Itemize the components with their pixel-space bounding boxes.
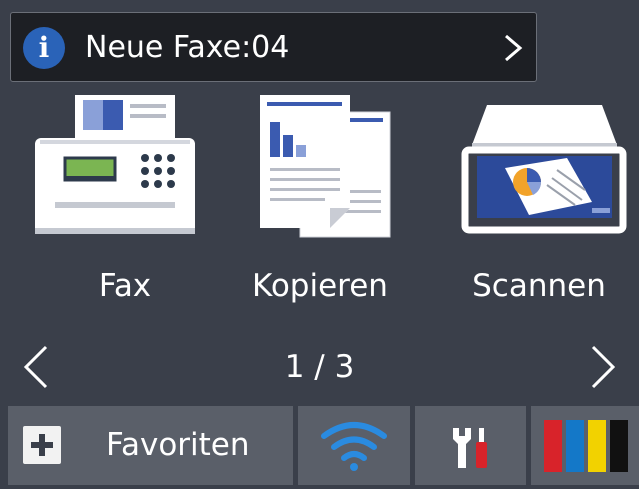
plus-icon (23, 426, 61, 464)
wifi-icon (321, 422, 387, 471)
favorites-button[interactable]: Favoriten (8, 406, 293, 485)
scanner-icon (461, 105, 627, 234)
fax-icon (35, 95, 195, 234)
tools-icon (453, 428, 487, 468)
ink-button[interactable] (531, 406, 639, 485)
page-indicator: 1 / 3 (284, 349, 355, 385)
info-icon: i (23, 27, 65, 69)
app-scan-label: Scannen (472, 268, 606, 304)
app-fax[interactable]: Fax (25, 90, 225, 320)
copy-icon (260, 95, 391, 238)
chevron-right-icon[interactable] (589, 344, 617, 390)
new-fax-notification[interactable]: i Neue Faxe:04 (10, 12, 537, 82)
ink-icon (544, 420, 628, 472)
wifi-button[interactable] (298, 406, 410, 485)
settings-button[interactable] (415, 406, 526, 485)
app-fax-label: Fax (98, 268, 152, 304)
chevron-right-icon (505, 34, 523, 62)
app-scan[interactable]: Scannen (439, 90, 639, 320)
app-copy-label: Kopieren (252, 268, 388, 304)
favorites-label: Favoriten (106, 427, 250, 463)
notification-text: Neue Faxe:04 (85, 30, 290, 65)
app-copy[interactable]: Kopieren (220, 90, 420, 320)
